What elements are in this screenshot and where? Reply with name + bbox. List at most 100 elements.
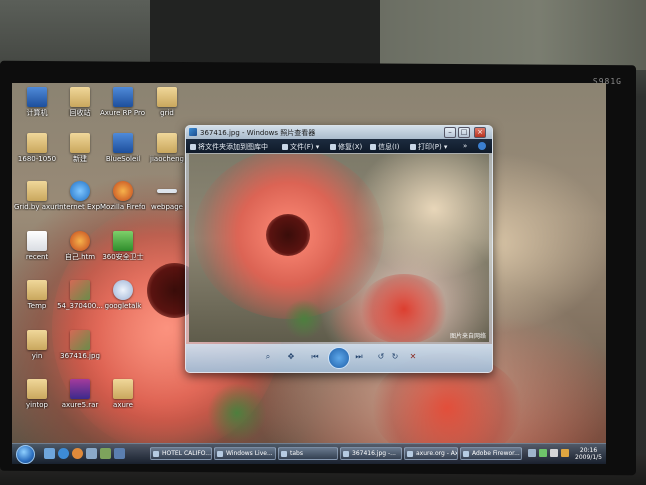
taskbar-button-axure-org[interactable]: axure.org - Ax...: [404, 447, 458, 460]
viewer-title: 367416.jpg - Windows 照片查看器: [200, 129, 316, 137]
rotate-right-icon[interactable]: ↻: [390, 352, 400, 362]
desktop-icon-jiaocheng[interactable]: jiaocheng: [144, 133, 190, 163]
taskbar-button-adobe-fireworks[interactable]: Adobe Firewor...: [460, 447, 522, 460]
firefox-quicklaunch-icon[interactable]: [72, 448, 83, 459]
menu-file[interactable]: 文件(F) ▾: [282, 142, 319, 152]
folder-icon: [27, 379, 47, 399]
desktop-icon-axure5-rar[interactable]: axure5.rar: [57, 379, 103, 409]
wallpaper-leaf: [207, 383, 267, 443]
wall-dark-area: [150, 0, 380, 70]
document-icon: [157, 189, 177, 193]
viewer-menubar: 将文件夹添加到图库中 文件(F) ▾ 修复(X) 信息(I) 打印(P) ▾ »: [186, 139, 492, 153]
desktop-icon-54-image[interactable]: 54_370400...: [57, 280, 103, 310]
shield-icon: [113, 231, 133, 251]
help-icon[interactable]: [478, 142, 486, 150]
desktop-icon-label: Temp: [27, 302, 47, 310]
tray-volume-icon[interactable]: [550, 449, 558, 457]
close-button[interactable]: ×: [474, 127, 486, 138]
desktop-icon-computer[interactable]: 计算机: [14, 87, 60, 117]
taskbar-button-367416[interactable]: 367416.jpg -...: [340, 447, 402, 460]
taskbar-button-windows-live[interactable]: Windows Live...: [214, 447, 276, 460]
firefox-icon: [113, 181, 133, 201]
desktop-icon-firefox[interactable]: Mozilla Firefox: [100, 181, 146, 211]
desktop-icon-temp[interactable]: Temp: [14, 280, 60, 310]
desktop-icon-yintop[interactable]: yintop: [14, 379, 60, 409]
desktop-icon-label: yintop: [26, 401, 48, 409]
desktop-icon-label: Mozilla Firefox: [100, 203, 146, 211]
previous-icon[interactable]: ⏮: [310, 352, 320, 362]
menu-add-to-gallery[interactable]: 将文件夹添加到图库中: [190, 142, 268, 152]
menu-fix[interactable]: 修复(X): [330, 142, 362, 152]
photo-red-flower: [359, 274, 449, 342]
viewer-titlebar[interactable]: 367416.jpg - Windows 照片查看器 – □ ×: [186, 126, 492, 139]
media-icon[interactable]: [114, 448, 125, 459]
rotate-left-icon[interactable]: ↺: [376, 352, 386, 362]
tray-network-icon[interactable]: [539, 449, 547, 457]
desktop-icon-label: yin: [31, 352, 43, 360]
desktop-icon-label: 1680-1050: [17, 155, 57, 163]
tray-arrow-icon[interactable]: [528, 449, 536, 457]
desktop-icon-grid[interactable]: grid: [144, 87, 190, 117]
tray-app-icon[interactable]: [561, 449, 569, 457]
desktop-icon-label: axure: [113, 401, 133, 409]
desktop-icon-label: 回收站: [69, 109, 91, 117]
taskbar-button-tabs[interactable]: tabs: [278, 447, 338, 460]
desktop-icon-yin[interactable]: yin: [14, 330, 60, 360]
switch-windows-icon[interactable]: [86, 448, 97, 459]
menu-print[interactable]: 打印(P) ▾: [410, 142, 447, 152]
desktop-icon-label: Grid.by axure.org: [14, 203, 60, 211]
taskbar-button-hotel-california[interactable]: HOTEL CALIFO...: [150, 447, 212, 460]
desktop-icon-367416-jpg[interactable]: 367416.jpg: [57, 330, 103, 360]
ie-quicklaunch-icon[interactable]: [58, 448, 69, 459]
folder-icon: [113, 379, 133, 399]
menu-print-label: 打印(P) ▾: [418, 143, 448, 151]
image-icon: [70, 330, 90, 350]
desktop-icon-axure-rp[interactable]: Axure RP Pro 5: [100, 87, 146, 117]
next-icon[interactable]: ⏭: [354, 352, 364, 362]
menu-info[interactable]: 信息(I): [370, 142, 400, 152]
folder-icon: [27, 330, 47, 350]
folder-icon: [157, 87, 177, 107]
msn-icon[interactable]: [100, 448, 111, 459]
delete-icon[interactable]: ✕: [408, 352, 418, 362]
fit-window-icon[interactable]: ✥: [286, 352, 296, 362]
desktop-icon-recent[interactable]: recent: [14, 231, 60, 261]
desktop-icon-label: 自己.htm: [64, 253, 96, 261]
desktop-icon-bluesoleil[interactable]: BlueSoleil: [100, 133, 146, 163]
desktop-icon-webpage[interactable]: webpage: [144, 181, 190, 211]
desktop-icon-axure-folder[interactable]: axure: [100, 379, 146, 409]
maximize-button[interactable]: □: [458, 127, 470, 138]
bluetooth-icon: [113, 133, 133, 153]
photo-flower-center: [266, 214, 310, 256]
rar-icon: [70, 379, 90, 399]
folder-icon: [157, 133, 177, 153]
photo-viewer-window[interactable]: 367416.jpg - Windows 照片查看器 – □ × 将文件夹添加到…: [185, 125, 493, 373]
photo-leaf: [284, 299, 324, 339]
fix-icon: [330, 144, 336, 150]
desktop-icon-internet-explorer[interactable]: Internet Explorer: [57, 181, 103, 211]
desktop-icon-grid-axure[interactable]: Grid.by axure.org: [14, 181, 60, 211]
minimize-button[interactable]: –: [444, 127, 456, 138]
desktop-icon-googletalk[interactable]: googletalk: [100, 280, 146, 310]
print-icon: [410, 144, 416, 150]
desktop-icon-360[interactable]: 360安全卫士: [100, 231, 146, 261]
firefox-doc-icon: [70, 231, 90, 251]
desktop-icon-label: Internet Explorer: [57, 203, 103, 211]
desktop-icon-htm[interactable]: 自己.htm: [57, 231, 103, 261]
folder-icon: [27, 133, 47, 153]
show-desktop-icon[interactable]: [44, 448, 55, 459]
desktop-icon-label: 54_370400...: [57, 302, 103, 310]
desktop-icon-label: grid: [160, 109, 174, 117]
menu-overflow[interactable]: »: [463, 142, 467, 150]
zoom-icon[interactable]: ⌕: [263, 352, 273, 362]
desktop-icon-label: recent: [25, 253, 49, 261]
desktop-icon-label: axure5.rar: [61, 401, 99, 409]
slideshow-button[interactable]: [328, 347, 350, 369]
desktop-icon-1680-1050[interactable]: 1680-1050: [14, 133, 60, 163]
start-button[interactable]: [16, 445, 35, 464]
desktop-icon-recycle-bin[interactable]: 回收站: [57, 87, 103, 117]
info-icon: [370, 144, 376, 150]
taskbar-clock[interactable]: 20:16 2009/1/5: [575, 447, 602, 461]
gallery-icon: [190, 144, 196, 150]
desktop-icon-new[interactable]: 新建: [57, 133, 103, 163]
